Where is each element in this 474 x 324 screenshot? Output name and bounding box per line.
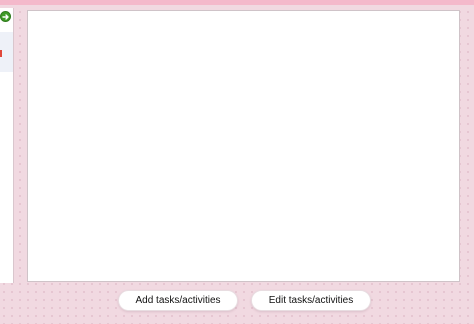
top-header-strip bbox=[0, 0, 474, 5]
add-tasks-button[interactable]: Add tasks/activities bbox=[118, 290, 238, 311]
go-arrow-icon[interactable] bbox=[0, 11, 11, 22]
sidebar-panel bbox=[0, 8, 14, 283]
indicator-mark bbox=[0, 50, 2, 57]
task-canvas[interactable] bbox=[27, 10, 460, 282]
edit-tasks-button[interactable]: Edit tasks/activities bbox=[251, 290, 371, 311]
